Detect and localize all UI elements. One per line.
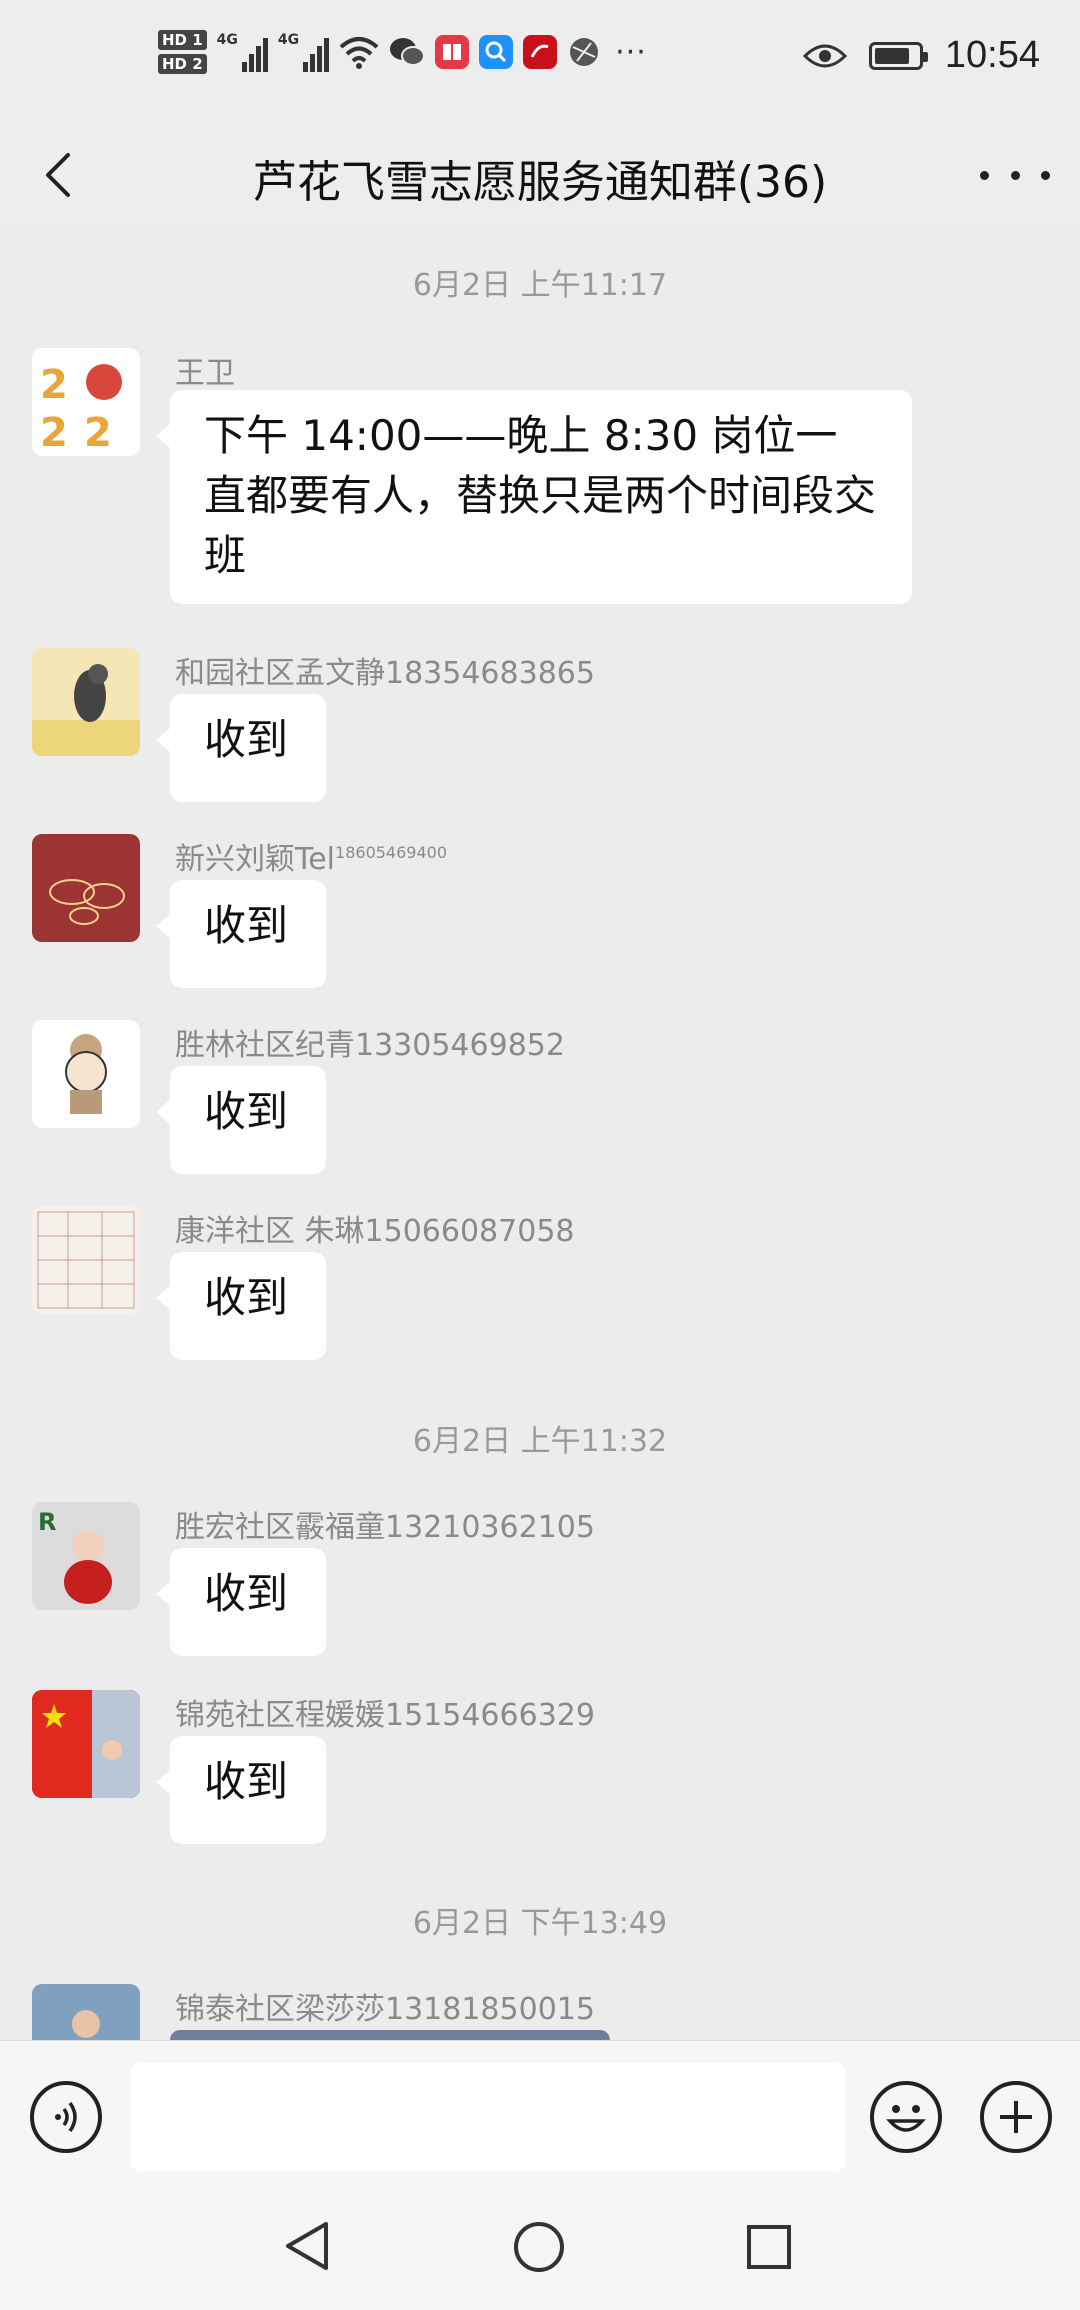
sender-superscript: 18605469400 bbox=[335, 843, 448, 862]
svg-text:R: R bbox=[38, 1508, 56, 1536]
message-bubble[interactable]: 收到 bbox=[156, 1736, 326, 1844]
voice-icon[interactable] bbox=[30, 2081, 102, 2153]
nav-recents-icon[interactable] bbox=[744, 2222, 794, 2272]
eye-icon bbox=[802, 44, 847, 67]
sender-name: 和园社区孟文静18354683865 bbox=[175, 656, 595, 691]
wechat-icon bbox=[390, 38, 426, 66]
message-bubble[interactable]: 收到 bbox=[156, 694, 326, 802]
book-app-icon bbox=[435, 35, 470, 69]
message-bubble[interactable]: 收到 bbox=[156, 1252, 326, 1360]
status-bar: HD 1 HD 2 4G 4G ··· 10:54 bbox=[0, 0, 1080, 120]
message-bubble[interactable]: 下午 14:00——晚上 8:30 岗位一直都要有人，替换只是两个时间段交班 bbox=[156, 390, 912, 604]
avatar[interactable]: 2 2 2 bbox=[32, 348, 140, 456]
svg-text:2: 2 bbox=[84, 410, 112, 456]
more-dots-icon[interactable] bbox=[980, 145, 1050, 205]
image-message[interactable] bbox=[170, 2030, 610, 2040]
timestamp: 6月2日 下午13:49 bbox=[412, 1906, 668, 1941]
message-input[interactable] bbox=[130, 2063, 846, 2171]
system-nav-bar bbox=[0, 2180, 1080, 2310]
nav-home-icon[interactable] bbox=[512, 2220, 566, 2274]
svg-text:2: 2 bbox=[40, 362, 68, 408]
chat-title: 芦花飞雪志愿服务通知群(36) bbox=[252, 157, 828, 208]
chat-area[interactable]: 6月2日 上午11:17 2 2 2 王卫 下午 14:00——晚上 8:30 … bbox=[0, 230, 1080, 2040]
chat-header: 芦花飞雪志愿服务通知群(36) bbox=[0, 120, 1080, 230]
red-app-icon bbox=[523, 35, 558, 69]
timestamp: 6月2日 上午11:17 bbox=[412, 268, 668, 303]
sender-name: 锦泰社区梁莎莎13181850015 bbox=[175, 1992, 595, 2027]
sender-name: 康洋社区 朱琳15066087058 bbox=[175, 1214, 575, 1249]
sender-name: 胜林社区纪青13305469852 bbox=[175, 1028, 565, 1063]
message-bubble[interactable]: 收到 bbox=[156, 1066, 326, 1174]
hd1-badge: HD 1 bbox=[158, 30, 207, 50]
nav-back-icon[interactable] bbox=[282, 2220, 332, 2272]
hd-indicators: HD 1 HD 2 bbox=[158, 30, 207, 74]
avatar[interactable]: R bbox=[32, 1502, 140, 1610]
plus-icon[interactable] bbox=[980, 2081, 1052, 2153]
wifi-icon bbox=[339, 37, 379, 69]
status-bar-right: 10:54 bbox=[802, 34, 1040, 77]
battery-icon bbox=[868, 41, 928, 70]
sender-name: 新兴刘颖Tel18605469400 bbox=[175, 842, 448, 877]
hd2-badge: HD 2 bbox=[158, 54, 207, 74]
avatar[interactable] bbox=[32, 648, 140, 756]
sender-name: 锦苑社区程媛媛15154666329 bbox=[175, 1698, 595, 1733]
avatar[interactable] bbox=[32, 834, 140, 942]
clock: 10:54 bbox=[944, 34, 1040, 76]
message-bubble[interactable]: 收到 bbox=[156, 1548, 326, 1656]
svg-text:2: 2 bbox=[40, 410, 68, 456]
search-app-icon bbox=[479, 35, 514, 69]
signal-icon-1: 4G bbox=[217, 32, 268, 72]
avatar[interactable] bbox=[32, 1690, 140, 1798]
status-bar-left: HD 1 HD 2 4G 4G ··· bbox=[158, 30, 647, 74]
globe-icon bbox=[570, 38, 599, 66]
sender-name: 胜宏社区霰福童13210362105 bbox=[175, 1510, 595, 1545]
avatar[interactable] bbox=[32, 1984, 140, 2040]
avatar[interactable] bbox=[32, 1020, 140, 1128]
emoji-icon[interactable] bbox=[870, 2081, 942, 2153]
avatar[interactable] bbox=[32, 1206, 140, 1314]
more-notifications: ··· bbox=[615, 34, 647, 70]
timestamp: 6月2日 上午11:32 bbox=[412, 1424, 668, 1459]
sender-name: 王卫 bbox=[175, 356, 235, 391]
signal-icon-2: 4G bbox=[278, 32, 330, 72]
message-bubble[interactable]: 收到 bbox=[156, 880, 326, 988]
